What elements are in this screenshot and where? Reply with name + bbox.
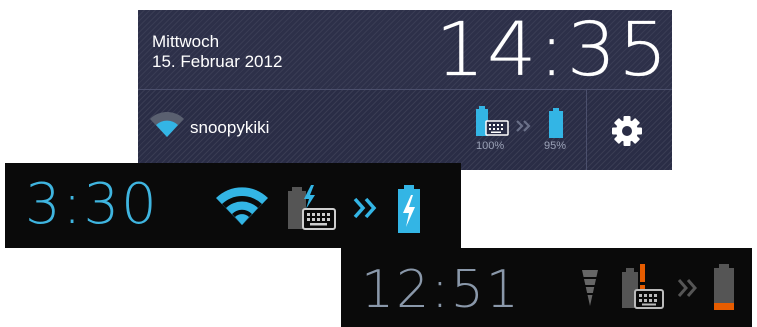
divider	[586, 90, 587, 170]
wifi-status[interactable]: snoopykiki	[150, 111, 270, 143]
clock-large: 14:35	[435, 7, 670, 93]
wifi-icon	[215, 187, 269, 232]
battery-low-icon	[713, 264, 735, 315]
chevron-double-icon	[516, 119, 532, 137]
wifi-icon	[150, 111, 184, 143]
keyboard-battery-icon	[474, 106, 510, 143]
keyboard-charging-icon	[287, 183, 337, 236]
chevron-double-icon	[353, 197, 379, 224]
chevron-double-icon	[677, 278, 699, 303]
notification-panel: Mittwoch 15. Februar 2012 14:35 snoopyki…	[138, 10, 672, 170]
keyboard-battery-percent: 100%	[476, 140, 505, 152]
keyboard-warning-icon	[621, 262, 665, 315]
battery-icon	[548, 108, 564, 143]
date-time-header: Mittwoch 15. Februar 2012 14:35	[138, 10, 672, 90]
date-label: 15. Februar 2012	[152, 52, 283, 71]
tablet-battery-percent: 95%	[544, 140, 567, 152]
battery-charging-icon	[397, 185, 421, 238]
clock: 12:51	[361, 260, 521, 320]
day-label: Mittwoch	[152, 32, 220, 51]
signal-icon	[581, 268, 599, 313]
clock: 3:30	[25, 172, 159, 237]
status-bar-charging: 3:30	[5, 163, 461, 248]
wifi-ssid: snoopykiki	[190, 117, 270, 137]
status-bar-low-battery: 12:51	[341, 248, 752, 327]
gear-icon[interactable]	[610, 114, 644, 153]
battery-status[interactable]: 100% 95%	[474, 106, 574, 156]
